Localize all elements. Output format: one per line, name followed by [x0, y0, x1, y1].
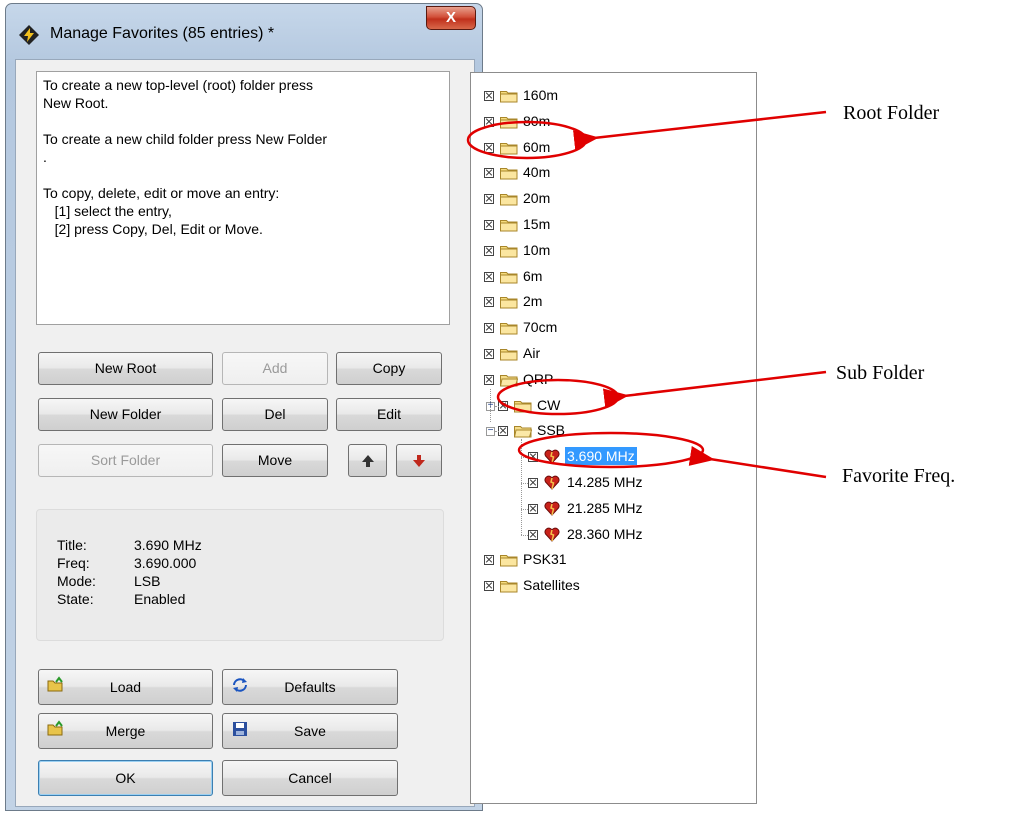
- annotation-root-folder: Root Folder: [843, 102, 940, 124]
- favorite-freq-arrow: [688, 446, 827, 479]
- sub-folder-arrow: [602, 370, 827, 409]
- favorite-freq-highlight: [517, 431, 705, 469]
- sub-folder-highlight: [496, 378, 620, 416]
- root-folder-highlight: [466, 120, 588, 160]
- annotation-sub-folder: Sub Folder: [836, 362, 925, 384]
- annotation-favorite-freq: Favorite Freq.: [842, 465, 956, 487]
- root-folder-arrow: [573, 110, 827, 151]
